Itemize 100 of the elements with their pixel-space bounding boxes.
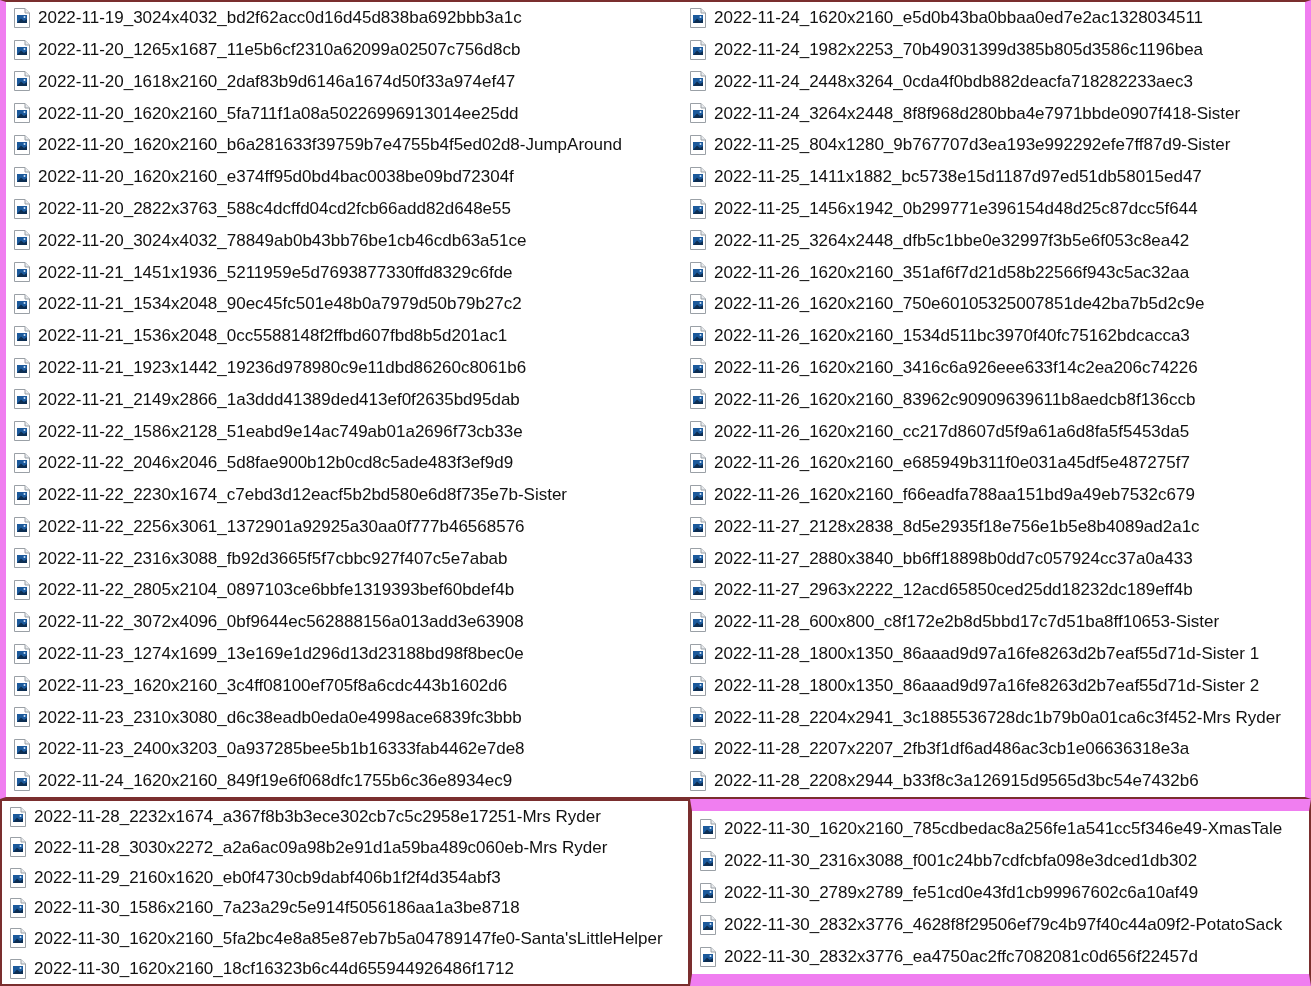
file-item[interactable]: 2022-11-24_1620x2160_849f19e6f068dfc1755b6c36e8934ec9 bbox=[6, 765, 682, 797]
file-item[interactable]: 2022-11-20_1620x2160_b6a281633f39759b7e4755b4f5ed02d8-JumpAround bbox=[6, 129, 682, 161]
image-file-icon bbox=[690, 516, 706, 537]
file-item[interactable]: 2022-11-21_2149x2866_1a3ddd41389ded413ef0f2635bd95dab bbox=[6, 383, 682, 416]
file-item[interactable]: 2022-11-20_1618x2160_2daf83b9d6146a1674d50f33a974ef47 bbox=[6, 65, 682, 98]
file-item[interactable]: 2022-11-30_2832x3776_4628f8f29506ef79c4b97f40c44a09f2-PotatoSack bbox=[692, 908, 1309, 941]
image-file-icon bbox=[690, 71, 706, 92]
file-item[interactable]: 2022-11-24_1982x2253_70b49031399d385b805d3586c1196bea bbox=[682, 33, 1305, 66]
file-item[interactable]: 2022-11-21_1923x1442_19236d978980c9e11dbd86260c8061b6 bbox=[6, 351, 682, 384]
file-item[interactable]: 2022-11-24_3264x2448_8f8f968d280bba4e7971bbde0907f418-Sister bbox=[682, 97, 1305, 130]
file-item[interactable]: 2022-11-30_1620x2160_18cf16323b6c44d655944926486f1712 bbox=[2, 953, 688, 984]
image-file-icon bbox=[690, 166, 706, 187]
file-item[interactable]: 2022-11-22_2230x1674_c7ebd3d12eacf5b2bd580e6d8f735e7b-Sister bbox=[6, 478, 682, 511]
image-file-icon bbox=[700, 882, 716, 903]
image-file-icon bbox=[690, 389, 706, 410]
file-item[interactable]: 2022-11-26_1620x2160_3416c6a926eee633f14c2ea206c74226 bbox=[682, 351, 1305, 384]
image-file-icon bbox=[700, 850, 716, 871]
file-item[interactable]: 2022-11-30_2832x3776_ea4750ac2ffc7082081c0d656f22457d bbox=[692, 940, 1309, 973]
file-item[interactable]: 2022-11-24_1620x2160_e5d0b43ba0bbaa0ed7e2ac1328034511 bbox=[682, 2, 1305, 34]
file-item[interactable]: 2022-11-28_1800x1350_86aaad9d97a16fe8263d2b7eaf55d71d-Sister 2 bbox=[682, 669, 1305, 702]
image-file-icon bbox=[690, 580, 706, 601]
image-file-icon bbox=[690, 643, 706, 664]
image-file-icon bbox=[14, 357, 30, 378]
image-file-icon bbox=[690, 421, 706, 442]
image-file-icon bbox=[690, 612, 706, 633]
file-item[interactable]: 2022-11-21_1534x2048_90ec45fc501e48b0a7979d50b79b27c2 bbox=[6, 288, 682, 320]
file-item[interactable]: 2022-11-22_2316x3088_fb92d3665f5f7cbbc927f407c5e7abab bbox=[6, 542, 682, 575]
image-file-icon bbox=[690, 325, 706, 346]
file-item[interactable]: 2022-11-25_804x1280_9b767707d3ea193e992292efe7ff87d9-Sister bbox=[682, 129, 1305, 161]
file-item[interactable]: 2022-11-26_1620x2160_cc217d8607d5f9a61a6d8fa5f5453da5 bbox=[682, 415, 1305, 448]
file-item[interactable]: 2022-11-23_2310x3080_d6c38eadb0eda0e4998ace6839fc3bbb bbox=[6, 701, 682, 734]
file-item[interactable]: 2022-11-26_1620x2160_f66eadfa788aa151bd9a49eb7532c679 bbox=[682, 478, 1305, 511]
file-item[interactable]: 2022-11-20_1620x2160_5fa711f1a08a50226996913014ee25dd bbox=[6, 97, 682, 130]
file-item[interactable]: 2022-11-29_2160x1620_eb0f4730cb9dabf406b1f2f4d354abf3 bbox=[2, 862, 688, 893]
file-item[interactable]: 2022-11-25_1411x1882_bc5738e15d1187d97ed51db58015ed47 bbox=[682, 161, 1305, 193]
file-item[interactable]: 2022-11-26_1620x2160_1534d511bc3970f40fc75162bdcacca3 bbox=[682, 319, 1305, 352]
file-item[interactable]: 2022-11-23_2400x3203_0a937285bee5b1b16333fab4462e7de8 bbox=[6, 733, 682, 766]
image-file-icon bbox=[690, 771, 706, 791]
file-item[interactable]: 2022-11-30_1620x2160_5fa2bc4e8a85e87eb7b5a04789147fe0-Santa'sLittleHelper bbox=[2, 923, 688, 954]
file-item[interactable]: 2022-11-30_2316x3088_f001c24bb7cdfcbfa098e3dced1db302 bbox=[692, 844, 1309, 877]
file-item[interactable]: 2022-11-28_3030x2272_a2a6ac09a98b2e91d1a59ba489c060eb-Mrs Ryder bbox=[2, 832, 688, 863]
file-item[interactable]: 2022-11-28_1800x1350_86aaad9d97a16fe8263d2b7eaf55d71d-Sister 1 bbox=[682, 637, 1305, 670]
file-item[interactable]: 2022-11-21_1451x1936_5211959e5d7693877330ffd8329c6fde bbox=[6, 256, 682, 289]
file-item[interactable]: 2022-11-23_1620x2160_3c4ff08100ef705f8a6cdc443b1602d6 bbox=[6, 669, 682, 702]
file-item[interactable]: 2022-11-28_2208x2944_b33f8c3a126915d9565d3bc54e7432b6 bbox=[682, 765, 1305, 797]
image-file-icon bbox=[10, 928, 26, 949]
image-file-icon bbox=[690, 675, 706, 696]
image-file-icon bbox=[14, 103, 30, 124]
image-file-icon bbox=[14, 453, 30, 474]
file-item[interactable]: 2022-11-22_2256x3061_1372901a92925a30aa0f777b46568576 bbox=[6, 510, 682, 543]
file-item[interactable]: 2022-11-26_1620x2160_351af6f7d21d58b22566f943c5ac32aa bbox=[682, 256, 1305, 289]
image-file-icon bbox=[690, 294, 706, 315]
image-file-icon bbox=[10, 867, 26, 888]
image-file-icon bbox=[700, 946, 716, 967]
image-file-icon bbox=[690, 7, 706, 28]
file-item[interactable]: 2022-11-26_1620x2160_750e60105325007851de42ba7b5d2c9e bbox=[682, 288, 1305, 320]
file-item[interactable]: 2022-11-27_2880x3840_bb6ff18898b0dd7c057924cc37a0a433 bbox=[682, 542, 1305, 575]
file-item[interactable]: 2022-11-25_3264x2448_dfb5c1bbe0e32997f3b5e6f053c8ea42 bbox=[682, 224, 1305, 257]
file-item[interactable]: 2022-11-27_2963x2222_12acd65850ced25dd18232dc189eff4b bbox=[682, 574, 1305, 607]
file-item[interactable]: 2022-11-27_2128x2838_8d5e2935f18e756e1b5e8b4089ad2a1c bbox=[682, 510, 1305, 543]
file-item[interactable]: 2022-11-20_1265x1687_11e5b6cf2310a62099a02507c756d8cb bbox=[6, 33, 682, 66]
image-file-icon bbox=[690, 484, 706, 505]
image-file-icon bbox=[690, 357, 706, 378]
file-item[interactable]: 2022-11-24_2448x3264_0cda4f0bdb882deacfa718282233aec3 bbox=[682, 65, 1305, 98]
image-file-icon bbox=[690, 103, 706, 124]
image-file-icon bbox=[14, 612, 30, 633]
file-item[interactable]: 2022-11-28_2232x1674_a367f8b3b3ece302cb7c5c2958e17251-Mrs Ryder bbox=[2, 802, 688, 833]
file-item[interactable]: 2022-11-30_1586x2160_7a23a29c5e914f5056186aa1a3be8718 bbox=[2, 893, 688, 924]
image-file-icon bbox=[690, 548, 706, 569]
file-item[interactable]: 2022-11-21_1536x2048_0cc5588148f2ffbd607fbd8b5d201ac1 bbox=[6, 319, 682, 352]
image-file-icon bbox=[10, 898, 26, 919]
image-file-icon bbox=[14, 580, 30, 601]
file-item[interactable]: 2022-11-28_600x800_c8f172e2b8d5bbd17c7d51ba8ff10653-Sister bbox=[682, 606, 1305, 638]
image-file-icon bbox=[690, 39, 706, 60]
file-item[interactable]: 2022-11-26_1620x2160_83962c90909639611b8aedcb8f136ccb bbox=[682, 383, 1305, 416]
file-item[interactable]: 2022-11-20_1620x2160_e374ff95d0bd4bac0038be09bd72304f bbox=[6, 161, 682, 193]
image-file-icon bbox=[14, 71, 30, 92]
file-item[interactable]: 2022-11-26_1620x2160_e685949b311f0e031a45df5e487275f7 bbox=[682, 447, 1305, 479]
file-item[interactable]: 2022-11-28_2204x2941_3c1885536728dc1b79b0a01ca6c3f452-Mrs Ryder bbox=[682, 701, 1305, 734]
file-item[interactable]: 2022-11-20_3024x4032_78849ab0b43bb76be1cb46cdb63a51ce bbox=[6, 224, 682, 257]
image-file-icon bbox=[14, 166, 30, 187]
file-item[interactable]: 2022-11-22_2805x2104_0897103ce6bbfe1319393bef60bdef4b bbox=[6, 574, 682, 607]
file-item[interactable]: 2022-11-22_3072x4096_0bf9644ec562888156a013add3e63908 bbox=[6, 606, 682, 638]
image-file-icon bbox=[14, 548, 30, 569]
image-file-icon bbox=[14, 389, 30, 410]
file-item[interactable]: 2022-11-30_1620x2160_785cdbedac8a256fe1a541cc5f346e49-XmasTale bbox=[692, 812, 1309, 845]
image-file-icon bbox=[700, 914, 716, 935]
file-item[interactable]: 2022-11-28_2207x2207_2fb3f1df6ad486ac3cb1e06636318e3a bbox=[682, 733, 1305, 766]
image-file-icon bbox=[14, 198, 30, 219]
image-file-icon bbox=[14, 643, 30, 664]
file-item[interactable]: 2022-11-20_2822x3763_588c4dcffd04cd2fcb66add82d648e55 bbox=[6, 192, 682, 225]
file-item[interactable]: 2022-11-22_1586x2128_51eabd9e14ac749ab01a2696f73cb33e bbox=[6, 415, 682, 448]
file-item[interactable]: 2022-11-19_3024x4032_bd2f62acc0d16d45d838ba692bbb3a1c bbox=[6, 2, 682, 34]
image-file-icon bbox=[690, 739, 706, 760]
file-item[interactable]: 2022-11-22_2046x2046_5d8fae900b12b0cd8c5ade483f3ef9d9 bbox=[6, 447, 682, 479]
image-file-icon bbox=[690, 262, 706, 283]
file-item[interactable]: 2022-11-23_1274x1699_13e169e1d296d13d23188bd98f8bec0e bbox=[6, 637, 682, 670]
file-item[interactable]: 2022-11-30_2789x2789_fe51cd0e43fd1cb99967602c6a10af49 bbox=[692, 876, 1309, 909]
file-item[interactable]: 2022-11-25_1456x1942_0b299771e396154d48d25c87dcc5f644 bbox=[682, 192, 1305, 225]
image-file-icon bbox=[700, 818, 716, 839]
